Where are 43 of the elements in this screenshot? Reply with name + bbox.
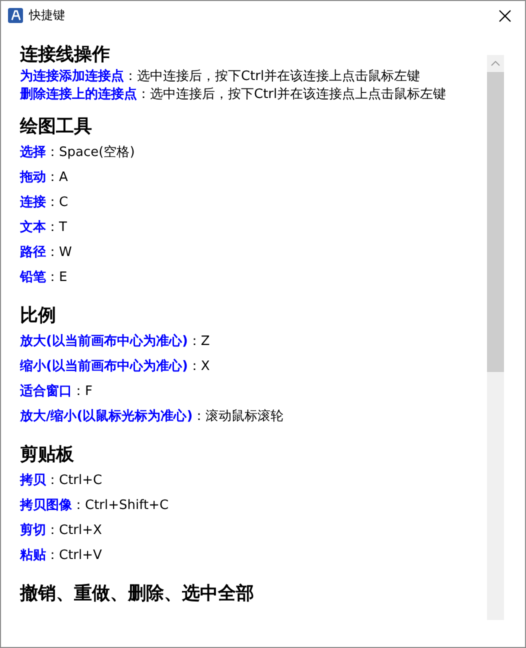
shortcut-keys: ：选中连接后，按下Ctrl并在该连接上点击鼠标左键 bbox=[124, 69, 420, 84]
shortcut-keys: ：F bbox=[72, 384, 92, 399]
shortcut-action: 放大/缩小(以鼠标光标为准心) bbox=[20, 409, 193, 424]
shortcut-keys: ：选中连接后，按下Ctrl并在该连接点上点击鼠标左键 bbox=[137, 87, 446, 102]
shortcut-action: 拷贝图像 bbox=[20, 498, 72, 513]
section-heading: 连接线操作 bbox=[20, 43, 111, 67]
shortcut-keys: ：C bbox=[46, 195, 68, 210]
section-heading: 剪贴板 bbox=[20, 443, 75, 467]
shortcut-keys: ：A bbox=[46, 170, 68, 185]
shortcut-action: 文本 bbox=[20, 220, 46, 235]
shortcut-action: 粘贴 bbox=[20, 548, 46, 563]
shortcut-action: 拖动 bbox=[20, 170, 46, 185]
shortcut-keys: ：X bbox=[188, 359, 210, 374]
shortcut-action: 适合窗口 bbox=[20, 384, 72, 399]
close-icon[interactable] bbox=[499, 10, 511, 22]
shortcut-action: 连接 bbox=[20, 195, 46, 210]
shortcut-keys: ：T bbox=[46, 220, 67, 235]
shortcut-action: 选择 bbox=[20, 145, 46, 160]
shortcut-keys: ：滚动鼠标滚轮 bbox=[192, 409, 284, 424]
shortcut-action: 路径 bbox=[20, 245, 46, 260]
shortcut-action: 拷贝 bbox=[20, 473, 46, 488]
shortcut-keys: ：Ctrl+X bbox=[46, 523, 102, 538]
section-heading: 撤销、重做、删除、选中全部 bbox=[20, 582, 255, 606]
app-logo-icon bbox=[8, 8, 23, 23]
shortcut-keys: ：Space(空格) bbox=[46, 145, 135, 160]
shortcut-action: 为连接添加连接点 bbox=[20, 69, 124, 84]
section-heading: 比例 bbox=[20, 304, 57, 328]
shortcut-action: 删除连接上的连接点 bbox=[20, 87, 137, 102]
shortcut-keys: ：Z bbox=[188, 334, 210, 349]
shortcut-keys: ：Ctrl+Shift+C bbox=[72, 498, 169, 513]
shortcut-action: 放大(以当前画布中心为准心) bbox=[20, 334, 188, 349]
shortcut-action: 缩小(以当前画布中心为准心) bbox=[20, 359, 188, 374]
shortcut-keys: ：Ctrl+V bbox=[46, 548, 102, 563]
section-heading: 绘图工具 bbox=[20, 115, 93, 139]
shortcut-action: 剪切 bbox=[20, 523, 46, 538]
scroll-up-icon[interactable] bbox=[491, 61, 500, 66]
scrollbar-thumb[interactable] bbox=[487, 72, 504, 372]
window-title: 快捷键 bbox=[29, 7, 65, 24]
shortcut-keys: ：E bbox=[46, 270, 68, 285]
shortcut-keys: ：Ctrl+C bbox=[46, 473, 102, 488]
shortcut-action: 铅笔 bbox=[20, 270, 46, 285]
shortcut-keys: ：W bbox=[46, 245, 72, 260]
scrollbar[interactable] bbox=[487, 55, 504, 620]
